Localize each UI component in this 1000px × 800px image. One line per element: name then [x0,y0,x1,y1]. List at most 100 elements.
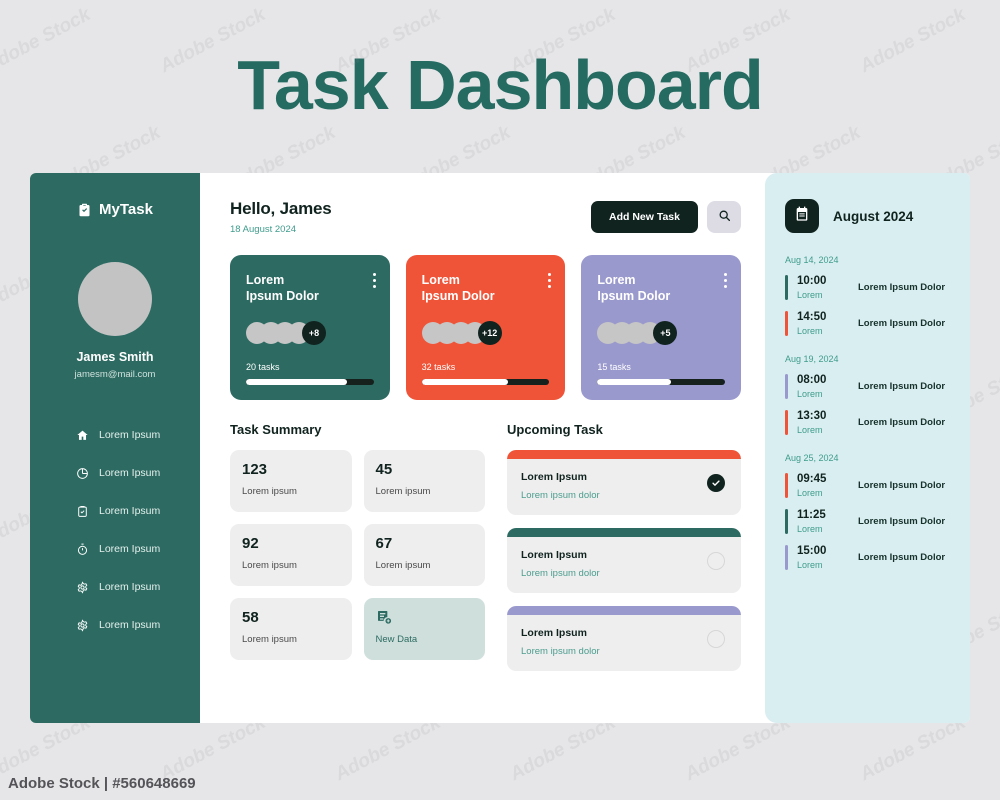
greeting-block: Hello, James 18 August 2024 [230,199,591,235]
calendar-day-group-3: Aug 25, 2024 09:45 Lorem Lorem Ipsum Dolor 1… [785,453,952,570]
card-menu-icon[interactable] [724,273,728,288]
calendar-event-subtitle: Lorem [797,389,823,399]
calendar-event-1-1[interactable]: 10:00 Lorem Lorem Ipsum Dolor [785,275,952,300]
sidebar-item-3[interactable]: Lorem Ipsum [30,492,200,530]
sidebar-item-label: Lorem Ipsum [99,429,161,441]
upcoming-task-card-2[interactable]: Lorem Ipsum Lorem ipsum dolor [507,528,741,593]
upcoming-task-title-text: Lorem Ipsum [521,549,587,561]
upcoming-task-subtitle: Lorem ipsum dolor [521,646,600,657]
sidebar-item-label: Lorem Ipsum [99,467,161,479]
summary-card-3[interactable]: 92 Lorem ipsum [230,524,352,586]
project-card-2[interactable]: Lorem Ipsum Dolor +12 32 tasks [405,255,566,400]
task-count-label: 32 tasks [421,362,456,372]
progress-bar-fill [246,379,347,385]
calendar-event-color-stripe [785,275,788,300]
topbar: Hello, James 18 August 2024 Add New Task [230,199,741,235]
task-summary-title: Task Summary [230,422,322,437]
calendar-day-group-2: Aug 19, 2024 08:00 Lorem Lorem Ipsum Dolor 1… [785,354,952,435]
sidebar-item-5[interactable]: Lorem Ipsum [30,568,200,606]
add-new-task-button[interactable]: Add New Task [591,201,698,233]
sidebar-nav: Lorem Ipsum Lorem Ipsum Lorem Ipsum Lorem I… [30,416,200,644]
calendar-button[interactable] [785,199,819,233]
new-data-label: New Data [375,634,418,645]
calendar-event-description: Lorem Ipsum Dolor [858,318,946,329]
progress-bar-fill [597,379,672,385]
sidebar-item-4[interactable]: Lorem Ipsum [30,530,200,568]
calendar-event-color-stripe [785,473,788,498]
dashboard-container: MyTask James Smith jamesm@mail.com Lorem… [30,173,970,723]
watermark-tile: Adobe Stock [506,712,620,786]
page-title: Task Dashboard [237,46,763,124]
project-card-1[interactable]: Lorem Ipsum Dolor +8 20 tasks [230,255,390,400]
calendar-event-2-1[interactable]: 08:00 Lorem Lorem Ipsum Dolor [785,374,952,399]
upcoming-task-card-3[interactable]: Lorem Ipsum Lorem ipsum dolor [507,606,741,671]
summary-card-2[interactable]: 45 Lorem ipsum [363,450,485,512]
summary-card-label: Lorem ipsum [375,486,431,497]
clipboard-check-icon [76,505,89,518]
calendar-event-3-3[interactable]: 15:00 Lorem Lorem Ipsum Dolor [785,545,952,570]
project-card-3[interactable]: Lorem Ipsum Dolor +5 15 tasks [581,255,742,400]
calendar-event-3-1[interactable]: 09:45 Lorem Lorem Ipsum Dolor [785,473,952,498]
calendar-event-3-2[interactable]: 11:25 Lorem Lorem Ipsum Dolor [785,509,952,534]
calendar-event-time: 13:30 [797,410,827,422]
calendar-event-subtitle: Lorem [797,290,823,300]
task-complete-checked-icon[interactable] [707,473,725,492]
task-complete-unchecked-icon[interactable] [707,629,725,648]
project-card-title: Lorem Ipsum Dolor [246,272,351,304]
progress-bar [246,379,374,385]
project-card-title-line1: Lorem [246,273,285,287]
sidebar-item-label: Lorem Ipsum [99,543,161,555]
task-count-label: 15 tasks [597,362,631,372]
progress-bar [421,379,550,385]
sidebar-item-2[interactable]: Lorem Ipsum [30,454,200,492]
summary-card-number: 67 [375,535,393,552]
calendar-day-label: Aug 14, 2024 [785,255,839,265]
sidebar-item-6[interactable]: Lorem Ipsum [30,606,200,644]
main-content: Hello, James 18 August 2024 Add New Task… [200,173,765,723]
gear-icon [76,580,89,594]
watermark-tile: Adobe Stock [856,712,970,786]
pie-chart-icon [76,467,89,480]
sidebar-item-1[interactable]: Lorem Ipsum [30,416,200,454]
current-date: 18 August 2024 [230,224,297,235]
summary-card-label: Lorem ipsum [375,560,431,571]
upcoming-task-card-1[interactable]: Lorem Ipsum Lorem ipsum dolor [507,450,741,515]
watermark-id-bottom: Adobe Stock | #560648669 [8,775,196,792]
project-card-title: Lorem Ipsum Dolor [597,272,702,304]
task-count-label: 20 tasks [246,362,280,372]
new-data-card[interactable]: New Data [363,598,485,660]
summary-card-label: Lorem ipsum [242,486,297,497]
calendar-month: August 2024 [833,208,914,224]
profile-email: jamesm@mail.com [74,369,156,380]
calendar-event-2-2[interactable]: 13:30 Lorem Lorem Ipsum Dolor [785,410,952,435]
summary-card-5[interactable]: 58 Lorem ipsum [230,598,352,660]
calendar-event-time-block: 09:45 Lorem [797,473,849,498]
calendar-event-description: Lorem Ipsum Dolor [858,516,946,527]
summary-card-4[interactable]: 67 Lorem ipsum [363,524,485,586]
summary-card-1[interactable]: 123 Lorem ipsum [230,450,352,512]
brand[interactable]: MyTask [30,201,200,218]
page-root: Task Dashboard Adobe Stock Adobe Stock Ado… [0,0,1000,800]
card-menu-icon[interactable] [372,273,376,288]
sidebar-item-label: Lorem Ipsum [99,505,161,517]
brand-label: MyTask [99,201,153,218]
upcoming-task-list: Lorem Ipsum Lorem ipsum dolor Lorem Ipsum L… [507,450,741,671]
calendar-event-1-2[interactable]: 14:50 Lorem Lorem Ipsum Dolor [785,311,952,336]
card-menu-icon[interactable] [548,273,552,288]
watermark-tile: Adobe Stock [681,712,795,786]
upcoming-task-body: Lorem Ipsum Lorem ipsum dolor [507,615,741,671]
calendar-event-description: Lorem Ipsum Dolor [858,480,946,491]
member-overflow-badge: +12 [477,321,502,345]
summary-card-number: 123 [242,461,268,478]
greeting-text: Hello, James [230,199,332,218]
calendar-event-description: Lorem Ipsum Dolor [858,552,946,563]
project-card-title-line1: Lorem [597,273,636,287]
search-button[interactable] [707,201,741,233]
calendar-event-time-block: 15:00 Lorem [797,545,849,570]
task-complete-unchecked-icon[interactable] [707,551,725,570]
member-avatar-stack: +12 [421,321,550,345]
search-icon [718,209,731,225]
home-icon [76,429,89,442]
upcoming-task-color-strip [507,606,741,615]
project-card-title-line2: Ipsum Dolor [421,289,495,303]
